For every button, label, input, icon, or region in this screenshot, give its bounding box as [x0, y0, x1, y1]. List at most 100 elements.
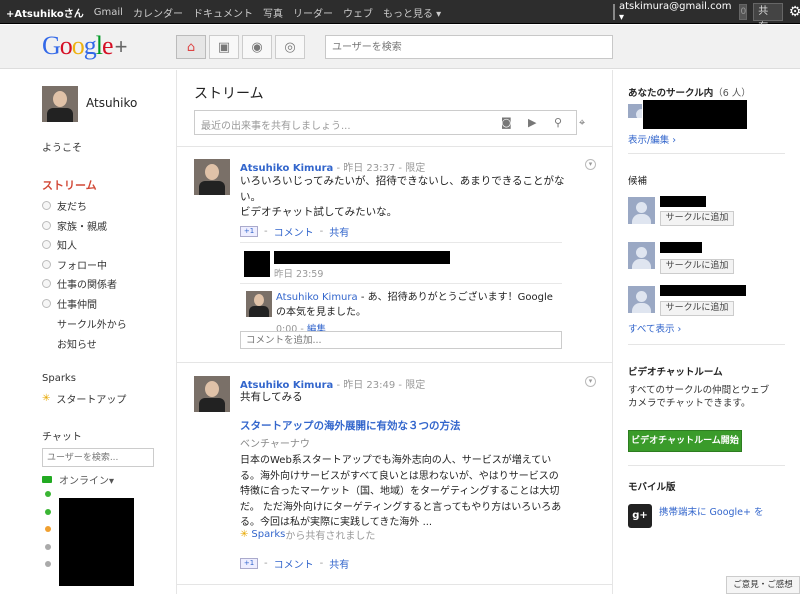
logo-letter: o — [59, 31, 73, 60]
plus-one-button[interactable]: +1 — [240, 226, 258, 237]
top-bar-right: atskimura@gmail.com ▾ 0 共有... ⚙ — [613, 0, 800, 33]
top-nav-web[interactable]: ウェブ — [343, 5, 373, 20]
in-circles-label: あなたのサークル内 — [628, 88, 714, 99]
welcome-link[interactable]: ようこそ — [42, 139, 82, 154]
top-nav-gmail[interactable]: Gmail — [94, 7, 123, 18]
camera-icon[interactable]: ◙ — [501, 116, 512, 129]
location-icon[interactable]: ⌖ — [579, 116, 585, 130]
divider — [177, 362, 613, 363]
video-camera-icon — [42, 476, 52, 483]
circle-item-acquaintances[interactable]: 知人 — [42, 235, 117, 255]
comment-link[interactable]: コメント — [274, 224, 314, 239]
post-author-avatar[interactable] — [194, 159, 230, 195]
avatar-face — [254, 294, 264, 306]
sparks-source-link[interactable]: Sparks — [251, 529, 285, 540]
profile-icon[interactable]: ◉ — [242, 35, 272, 59]
sparks-title: Sparks — [42, 373, 76, 384]
circle-item-friends[interactable]: 友だち — [42, 196, 117, 216]
show-all-link[interactable]: すべて表示 › — [628, 321, 681, 335]
top-nav-calendar[interactable]: カレンダー — [133, 5, 183, 20]
circle-item-following[interactable]: フォロー中 — [42, 255, 117, 275]
circle-item-colleagues[interactable]: 仕事仲間 — [42, 294, 117, 314]
add-comment-input[interactable] — [240, 331, 562, 349]
stream-link[interactable]: ストリーム — [42, 177, 97, 193]
suggestion-avatar[interactable] — [628, 242, 655, 269]
post-meta: Atsuhiko Kimura - 昨日 23:49 - 限定 — [240, 376, 425, 391]
videochat-description: すべてのサークルの仲間とウェブカメラでチャットできます。 — [628, 385, 770, 409]
sparks-icon: ✳ — [240, 529, 249, 540]
chat-contacts-redacted — [59, 498, 134, 586]
top-nav-user[interactable]: +Atsuhikoさん — [6, 5, 84, 20]
post-menu-chevron-icon[interactable]: ▾ — [585, 376, 596, 387]
share-box[interactable]: 最近の出来事を共有しましょう... ◙ ▶ ⚲ ⌖ — [194, 110, 585, 135]
link-icon[interactable]: ⚲ — [554, 116, 562, 129]
profile-avatar[interactable] — [42, 86, 78, 122]
circles-icon[interactable]: ◎ — [275, 35, 305, 59]
divider — [628, 465, 785, 466]
notifications-link[interactable]: お知らせ — [57, 336, 97, 351]
commenter-avatar-redacted — [244, 251, 270, 277]
avatar-body — [199, 181, 225, 195]
circle-icon — [42, 201, 51, 211]
suggestion-avatar[interactable] — [628, 197, 655, 224]
share-link[interactable]: 共有 — [329, 224, 349, 239]
divider — [177, 146, 613, 147]
photos-icon[interactable]: ▣ — [209, 35, 239, 59]
post-author[interactable]: Atsuhiko Kimura — [240, 163, 333, 174]
comment-link[interactable]: コメント — [274, 556, 314, 571]
divider — [240, 283, 562, 284]
account-avatar[interactable] — [613, 4, 615, 20]
plus-one-button[interactable]: +1 — [240, 558, 258, 569]
action-separator: - — [264, 558, 268, 569]
post-timestamp: - 昨日 23:49 - 限定 — [333, 380, 426, 391]
chat-search-input[interactable] — [42, 448, 154, 467]
sparks-item-startup[interactable]: ✳ スタートアップ — [42, 391, 126, 406]
top-bar: +Atsuhikoさん Gmail カレンダー ドキュメント 写真 リーダー ウ… — [0, 0, 800, 33]
mobile-link[interactable]: 携帯端末に Google+ を — [659, 505, 784, 520]
in-circles-redacted — [643, 100, 747, 129]
action-separator: - — [264, 226, 268, 237]
google-plus-logo[interactable]: Google+ — [42, 31, 127, 61]
shared-link-title[interactable]: スタートアップの海外展開に有効な３つの方法 — [240, 418, 461, 433]
share-button[interactable]: 共有... — [753, 3, 783, 33]
suggestion-avatar[interactable] — [628, 286, 655, 313]
chat-status[interactable]: オンライン▾ — [42, 472, 114, 487]
top-nav-documents[interactable]: ドキュメント — [193, 5, 253, 20]
profile-name[interactable]: Atsuhiko — [86, 96, 137, 110]
view-edit-link[interactable]: 表示/編集 › — [628, 132, 676, 146]
gear-icon[interactable]: ⚙ — [789, 0, 800, 24]
circle-icon — [42, 259, 51, 269]
in-circles-avatar[interactable] — [628, 104, 642, 118]
outside-circles-link[interactable]: サークル外から — [57, 316, 127, 331]
circle-item-family[interactable]: 家族・親戚 — [42, 216, 117, 236]
circle-label: フォロー中 — [57, 260, 107, 272]
post-meta: Atsuhiko Kimura - 昨日 23:37 - 限定 — [240, 159, 425, 174]
shared-from-suffix: から共有されました — [285, 531, 376, 542]
logo-letter: o — [71, 31, 85, 60]
circle-item-work[interactable]: 仕事の関係者 — [42, 274, 117, 294]
circle-icon — [42, 298, 51, 308]
add-to-circle-button[interactable]: サークルに追加 — [660, 259, 734, 274]
avatar-body — [199, 398, 225, 412]
add-to-circle-button[interactable]: サークルに追加 — [660, 211, 734, 226]
top-nav-photos[interactable]: 写真 — [263, 5, 283, 20]
video-icon[interactable]: ▶ — [528, 116, 536, 129]
post-author-avatar[interactable] — [194, 376, 230, 412]
page-title: ストリーム — [194, 86, 264, 102]
commenter-avatar[interactable] — [246, 291, 272, 317]
comment-author[interactable]: Atsuhiko Kimura — [276, 292, 358, 303]
home-icon[interactable]: ⌂ — [176, 35, 206, 59]
top-nav-more[interactable]: もっと見る ▾ — [383, 5, 441, 20]
google-plus-mobile-icon[interactable]: g+ — [628, 504, 652, 528]
share-placeholder: 最近の出来事を共有しましょう... — [201, 121, 351, 132]
start-videochat-button[interactable]: ビデオチャットルーム開始 — [628, 430, 742, 452]
feedback-button[interactable]: ご意見・ご感想 — [726, 576, 800, 594]
top-nav-reader[interactable]: リーダー — [293, 5, 333, 20]
add-to-circle-button[interactable]: サークルに追加 — [660, 301, 734, 316]
account-email[interactable]: atskimura@gmail.com ▾ — [619, 1, 731, 23]
post-menu-chevron-icon[interactable]: ▾ — [585, 159, 596, 170]
share-link[interactable]: 共有 — [329, 556, 349, 571]
search-input[interactable] — [325, 35, 613, 59]
avatar-face — [53, 91, 67, 107]
notification-count[interactable]: 0 — [739, 4, 748, 20]
